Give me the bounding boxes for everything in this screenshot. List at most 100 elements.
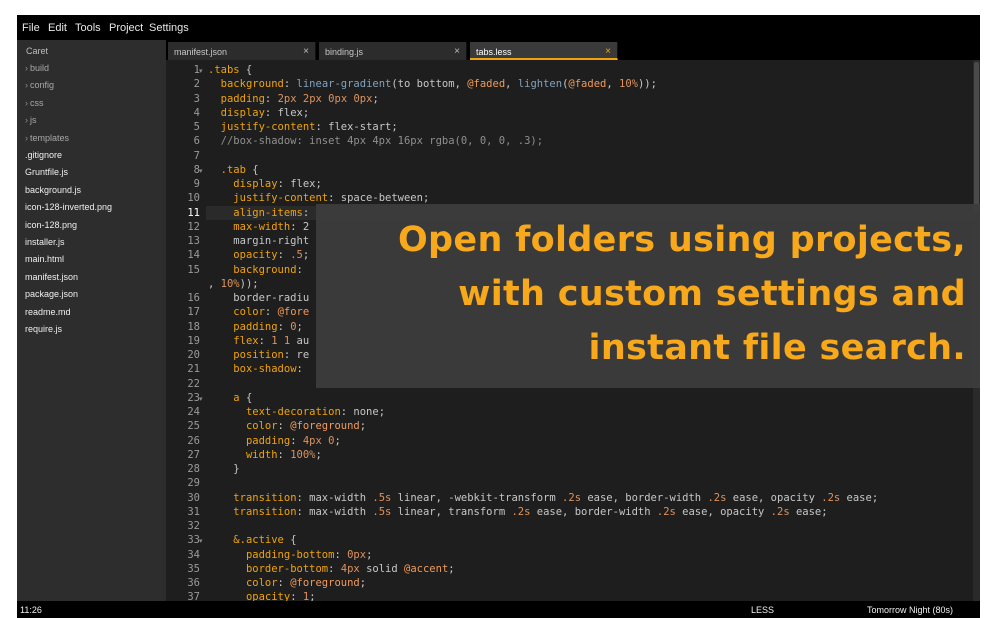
- sidebar-folder[interactable]: › config: [25, 80, 54, 90]
- line-number: 19: [187, 334, 200, 347]
- code-line: &.active {: [233, 534, 297, 547]
- status-bar: 11:26 LESS Tomorrow Night (80s): [17, 601, 980, 618]
- sidebar-item-label: readme.md: [25, 306, 71, 317]
- line-number: 18: [187, 320, 200, 333]
- line-number: 13: [187, 235, 200, 247]
- tab-bar: manifest.json × binding.js × tabs.less ×: [166, 40, 980, 60]
- chevron-right-icon: ›: [25, 97, 28, 108]
- menu-item-file[interactable]: File: [22, 22, 40, 34]
- menu-item-settings[interactable]: Settings: [149, 22, 189, 34]
- sidebar-file[interactable]: main.html: [25, 254, 64, 264]
- chevron-right-icon: ›: [25, 132, 28, 143]
- menu-item-tools[interactable]: Tools: [75, 22, 101, 34]
- line-number: 7: [193, 149, 200, 162]
- line-number: 21: [187, 363, 200, 376]
- sidebar-folder[interactable]: › build: [25, 63, 49, 73]
- code-line: color: @foreground;: [245, 577, 367, 589]
- code-line: width: 100%;: [245, 448, 322, 461]
- close-icon[interactable]: ×: [303, 46, 309, 57]
- line-number: 12: [187, 220, 200, 233]
- line-number: 4: [193, 106, 200, 119]
- sidebar-file[interactable]: .gitignore: [25, 150, 62, 160]
- close-icon[interactable]: ×: [454, 46, 460, 57]
- line-number-gutter: 1 ▾ 2 3 4 5 6 7 8 ▾ 9 10 11 12 13 14 15 16 17 18 19 20 21 22 23 ▾…: [166, 60, 206, 601]
- sidebar-file[interactable]: icon-128-inverted.png: [25, 202, 112, 212]
- line-number: 20: [187, 349, 200, 361]
- code-line: padding-bottom: 0px;: [245, 548, 373, 561]
- chevron-right-icon: ›: [25, 80, 28, 91]
- line-number: 14: [187, 249, 200, 262]
- line-number: 22: [187, 377, 200, 390]
- sidebar-file[interactable]: background.js: [25, 185, 81, 195]
- fold-arrow-icon[interactable]: ▾: [199, 67, 203, 75]
- line-number: 37: [187, 591, 200, 601]
- sidebar-item-label: background.js: [25, 184, 82, 195]
- status-time: 11:26: [20, 605, 42, 615]
- sidebar-file[interactable]: installer.js: [25, 237, 65, 247]
- sidebar-item-label: icon-128-inverted.png: [25, 202, 113, 213]
- file-tree-sidebar: Caret › build › config › css › js › templates .giti…: [17, 40, 166, 601]
- line-number: 30: [187, 491, 200, 504]
- code-line: background: linear-gradient(to bottom, @…: [220, 78, 657, 91]
- tab-binding-js[interactable]: binding.js ×: [319, 42, 467, 60]
- tab-manifest-json[interactable]: manifest.json ×: [168, 42, 316, 60]
- overlay-text-line: Open folders using projects,: [398, 220, 966, 260]
- code-line: border-bottom: 4px solid @accent;: [245, 562, 455, 575]
- code-line: margin-right: [208, 235, 310, 247]
- code-line: position: re: [233, 349, 310, 361]
- sidebar-file[interactable]: package.json: [25, 289, 78, 299]
- line-number: 36: [187, 577, 200, 589]
- code-line: opacity: .5;: [233, 249, 310, 262]
- code-line: align-items:: [233, 206, 310, 219]
- sidebar-file[interactable]: require.js: [25, 324, 62, 334]
- code-line: , 10%));: [208, 277, 259, 290]
- scrollbar-thumb[interactable]: [974, 62, 979, 212]
- line-number: 27: [187, 448, 200, 461]
- line-number: 5: [193, 121, 200, 133]
- line-number: 3: [193, 92, 200, 105]
- menu-item-edit[interactable]: Edit: [48, 22, 67, 34]
- sidebar-folder[interactable]: › js: [25, 115, 37, 125]
- menu-bar: File Edit Tools Project Settings: [17, 15, 980, 40]
- sidebar-file[interactable]: Gruntfile.js: [25, 167, 68, 177]
- fold-arrow-icon[interactable]: ▾: [199, 395, 203, 403]
- sidebar-item-label: templates: [30, 132, 70, 143]
- tab-tabs-less[interactable]: tabs.less ×: [470, 42, 618, 60]
- sidebar-item-label: package.json: [25, 289, 79, 300]
- sidebar-file[interactable]: readme.md: [25, 307, 71, 317]
- sidebar-folder[interactable]: › templates: [25, 133, 69, 143]
- line-number: 35: [187, 562, 200, 575]
- sidebar-folder[interactable]: › css: [25, 98, 44, 108]
- sidebar-item-label: .gitignore: [25, 150, 63, 160]
- menu-item-project[interactable]: Project: [109, 22, 143, 34]
- sidebar-file[interactable]: manifest.json: [25, 272, 78, 282]
- line-number: 26: [187, 434, 200, 447]
- code-line: .tab {: [220, 163, 259, 176]
- status-language-mode[interactable]: LESS: [751, 605, 774, 615]
- line-number: 9: [193, 178, 200, 190]
- sidebar-item-label: config: [30, 80, 55, 91]
- sidebar-item-label: manifest.json: [25, 271, 79, 282]
- code-line: justify-content: space-between;: [233, 192, 430, 205]
- close-icon[interactable]: ×: [605, 46, 611, 57]
- tab-label: binding.js: [325, 47, 364, 57]
- code-line: background:: [233, 263, 303, 276]
- fold-arrow-icon[interactable]: ▾: [199, 537, 203, 545]
- sidebar-item-label: icon-128.png: [25, 219, 78, 230]
- line-number: 24: [187, 406, 200, 418]
- code-line: text-decoration: none;: [245, 406, 386, 418]
- fold-arrow-icon[interactable]: ▾: [199, 167, 203, 175]
- line-number: 10: [187, 192, 200, 205]
- promo-overlay: Open folders using projects, with custom …: [316, 204, 980, 388]
- code-line: }: [208, 463, 240, 475]
- sidebar-file[interactable]: icon-128.png: [25, 220, 77, 230]
- status-theme[interactable]: Tomorrow Night (80s): [867, 605, 953, 615]
- line-number: 2: [193, 78, 200, 91]
- code-line: box-shadow:: [233, 363, 303, 376]
- line-number: 28: [187, 463, 200, 475]
- code-line: border-radiu: [208, 292, 310, 304]
- sidebar-item-label: build: [30, 63, 50, 73]
- sidebar-item-label: Gruntfile.js: [25, 167, 69, 178]
- code-line: display: flex;: [233, 178, 322, 190]
- line-number: 15: [187, 263, 200, 276]
